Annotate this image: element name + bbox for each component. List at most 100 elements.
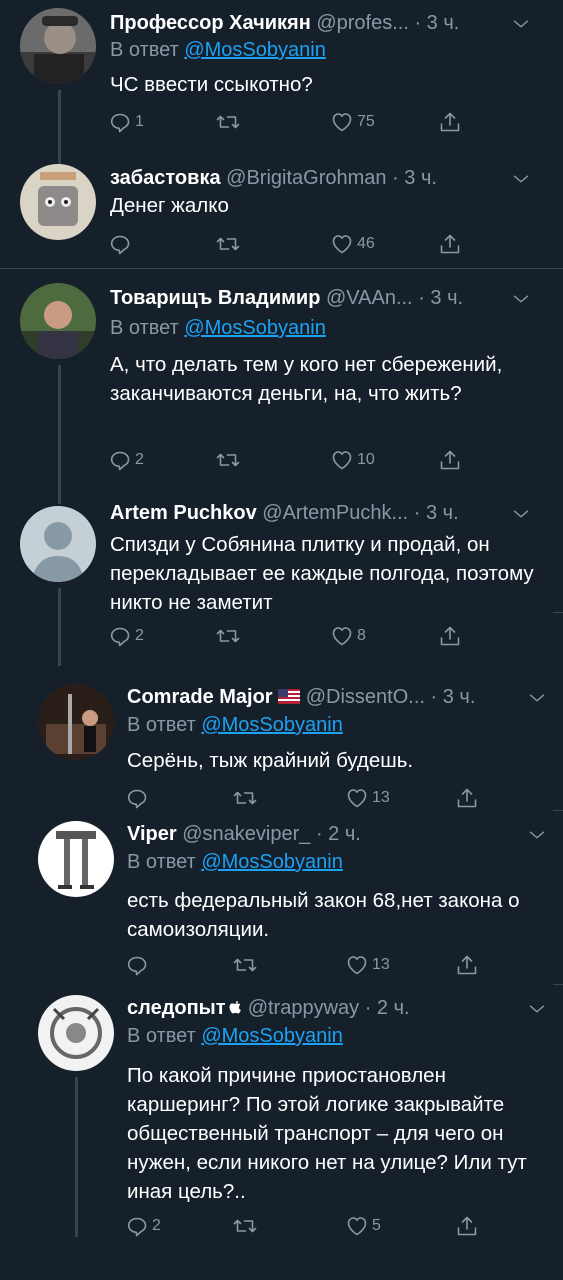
- reply-label: В ответ: [127, 851, 196, 873]
- retweet-button[interactable]: [233, 1211, 260, 1241]
- display-name[interactable]: следопыт: [127, 997, 226, 1019]
- share-button[interactable]: [438, 107, 462, 137]
- like-count: 10: [357, 451, 375, 468]
- reply-button[interactable]: [125, 783, 152, 813]
- display-name[interactable]: Товарищъ Владимир: [110, 287, 320, 309]
- tweet[interactable]: Профессор Хачикян @profes... · 3 ч. В от…: [0, 0, 563, 140]
- avatar[interactable]: [38, 821, 114, 897]
- reply-button[interactable]: 2: [125, 1211, 161, 1241]
- chevron-down-icon[interactable]: [510, 288, 532, 310]
- avatar[interactable]: [20, 164, 96, 240]
- action-bar: 13: [125, 950, 555, 980]
- like-count: 8: [357, 627, 366, 644]
- timestamp[interactable]: · 3 ч.: [418, 287, 463, 309]
- username[interactable]: @ArtemPuchk...: [262, 502, 408, 524]
- share-button[interactable]: [455, 783, 479, 813]
- timestamp[interactable]: · 3 ч.: [431, 686, 476, 708]
- like-button[interactable]: 46: [330, 229, 375, 259]
- avatar[interactable]: [20, 283, 96, 359]
- heart-icon: [345, 953, 369, 977]
- share-button[interactable]: [438, 229, 462, 259]
- apple-icon: [229, 1001, 241, 1014]
- timestamp[interactable]: · 3 ч.: [414, 12, 459, 34]
- username[interactable]: @BrigitaGrohman: [226, 167, 386, 189]
- like-button[interactable]: 13: [345, 783, 390, 813]
- retweet-icon: [216, 624, 240, 648]
- retweet-icon: [233, 953, 257, 977]
- username[interactable]: @profes...: [316, 12, 409, 34]
- retweet-button[interactable]: [233, 950, 260, 980]
- avatar[interactable]: [38, 995, 114, 1071]
- username[interactable]: @VAAn...: [326, 287, 413, 309]
- like-button[interactable]: 75: [330, 107, 375, 137]
- timestamp[interactable]: · 3 ч.: [392, 167, 437, 189]
- tweet[interactable]: забастовка @BrigitaGrohman · 3 ч. Денег …: [0, 140, 563, 268]
- thread-line: [58, 484, 61, 504]
- chevron-down-icon[interactable]: [526, 824, 548, 846]
- reply-button[interactable]: [108, 229, 135, 259]
- chevron-down-icon[interactable]: [510, 168, 532, 190]
- reply-button[interactable]: 2: [108, 621, 144, 651]
- chevron-down-icon[interactable]: [526, 998, 548, 1020]
- display-name[interactable]: Comrade Major: [127, 686, 273, 708]
- share-button[interactable]: [438, 445, 462, 475]
- mention-link[interactable]: @MosSobyanin: [201, 851, 342, 873]
- share-button[interactable]: [455, 1211, 479, 1241]
- display-name[interactable]: Профессор Хачикян: [110, 12, 311, 34]
- like-button[interactable]: 10: [330, 445, 375, 475]
- retweet-button[interactable]: [216, 107, 243, 137]
- reply-icon: [108, 110, 132, 134]
- tweet[interactable]: Comrade Major @DissentO... · 3 ч. В отве…: [0, 666, 563, 811]
- tweet[interactable]: Artem Puchkov @ArtemPuchk... · 3 ч. Спиз…: [0, 484, 563, 666]
- timestamp[interactable]: · 2 ч.: [365, 997, 410, 1019]
- like-count: 13: [372, 956, 390, 973]
- thread-line: [58, 90, 61, 140]
- reply-button[interactable]: [125, 950, 152, 980]
- heart-icon: [345, 1214, 369, 1238]
- avatar[interactable]: [38, 684, 114, 760]
- retweet-button[interactable]: [216, 229, 243, 259]
- avatar[interactable]: [20, 506, 96, 582]
- tweet-text: Серёнь, тыж крайний будешь.: [127, 749, 414, 772]
- like-button[interactable]: 5: [345, 1211, 381, 1241]
- retweet-icon: [216, 232, 240, 256]
- mention-link[interactable]: @MosSobyanin: [201, 714, 342, 736]
- mention-link[interactable]: @MosSobyanin: [184, 39, 325, 61]
- tweet-header: Профессор Хачикян @profes... · 3 ч.: [110, 10, 459, 36]
- like-button[interactable]: 8: [330, 621, 366, 651]
- timestamp[interactable]: · 3 ч.: [414, 502, 459, 524]
- reply-icon: [125, 786, 149, 810]
- avatar[interactable]: [20, 8, 96, 84]
- chevron-down-icon[interactable]: [510, 503, 532, 525]
- share-button[interactable]: [455, 950, 479, 980]
- reply-button[interactable]: 2: [108, 445, 144, 475]
- retweet-button[interactable]: [216, 445, 243, 475]
- display-name[interactable]: Artem Puchkov: [110, 502, 257, 524]
- username[interactable]: @snakeviper_: [182, 823, 310, 845]
- chevron-down-icon[interactable]: [510, 13, 532, 35]
- retweet-button[interactable]: [233, 783, 260, 813]
- heart-icon: [330, 624, 354, 648]
- tweet[interactable]: следопыт @trappyway · 2 ч. В ответ @MosS…: [0, 985, 563, 1280]
- like-button[interactable]: 13: [345, 950, 390, 980]
- timestamp[interactable]: · 2 ч.: [316, 823, 361, 845]
- retweet-button[interactable]: [216, 621, 243, 651]
- reply-label: В ответ: [127, 1025, 196, 1047]
- reply-icon: [108, 448, 132, 472]
- share-button[interactable]: [438, 621, 462, 651]
- username[interactable]: @trappyway: [248, 997, 359, 1019]
- reply-context: В ответ @MosSobyanin: [127, 849, 343, 875]
- reply-icon: [108, 624, 132, 648]
- display-name[interactable]: забастовка: [110, 167, 221, 189]
- chevron-down-icon[interactable]: [526, 687, 548, 709]
- display-name[interactable]: Viper: [127, 823, 177, 845]
- reply-label: В ответ: [127, 714, 196, 736]
- share-icon: [438, 232, 462, 256]
- tweet[interactable]: Viper @snakeviper_ · 2 ч. В ответ @MosSo…: [0, 811, 563, 984]
- reply-icon: [125, 1214, 149, 1238]
- mention-link[interactable]: @MosSobyanin: [201, 1025, 342, 1047]
- mention-link[interactable]: @MosSobyanin: [184, 317, 325, 339]
- tweet[interactable]: Товарищъ Владимир @VAAn... · 3 ч. В отве…: [0, 269, 563, 484]
- username[interactable]: @DissentO...: [306, 686, 425, 708]
- reply-button[interactable]: 1: [108, 107, 144, 137]
